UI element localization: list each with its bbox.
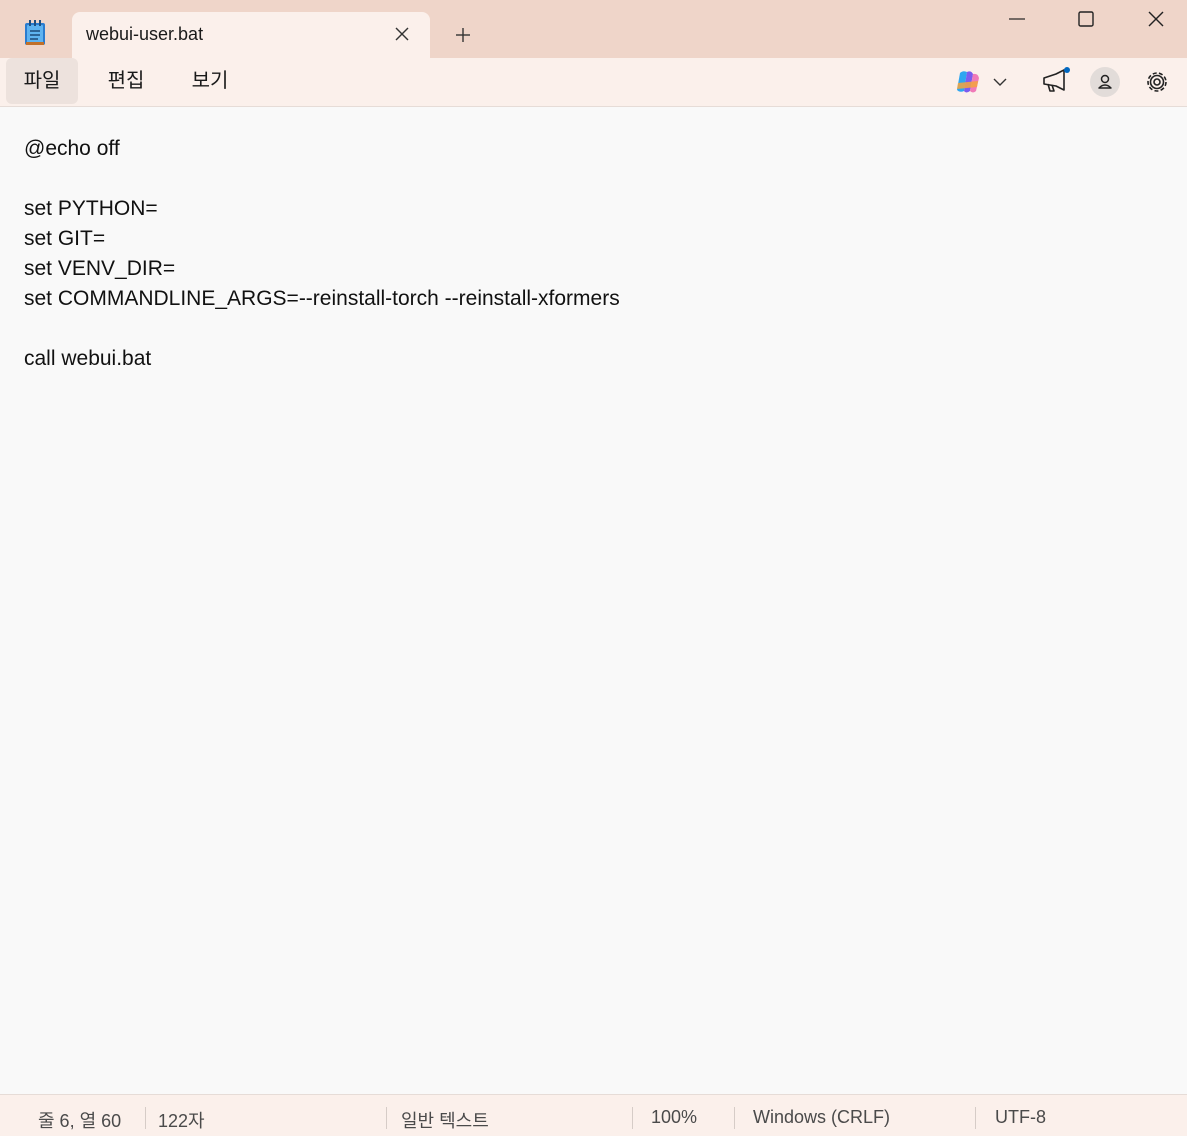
title-bar: webui-user.bat [0,0,1187,58]
menu-file[interactable]: 파일 [6,58,78,104]
status-char-count: 122자 [158,1111,205,1131]
megaphone-icon[interactable] [1038,64,1072,98]
close-icon [1148,11,1164,27]
maximize-icon [1078,11,1094,27]
plus-icon[interactable] [450,22,476,48]
text-editor[interactable]: @echo off set PYTHON= set GIT= set VENV_… [0,107,1187,1093]
status-line-ending[interactable]: Windows (CRLF) [753,1107,890,1128]
editor-line: set PYTHON= [24,197,158,220]
minimize-icon [1009,18,1025,20]
account-icon[interactable] [1089,66,1121,98]
status-encoding[interactable]: UTF-8 [995,1107,1046,1128]
status-bar: 줄 6, 열 60 122자 일반 텍스트 100% Windows (CRLF… [0,1094,1187,1136]
editor-line: set COMMANDLINE_ARGS=--reinstall-torch -… [24,287,620,310]
gear-icon[interactable] [1141,66,1173,98]
editor-line: set GIT= [24,227,106,250]
close-icon[interactable] [392,24,412,44]
menu-edit[interactable]: 편집 [92,58,160,104]
menu-view[interactable]: 보기 [176,58,244,104]
notepad-icon [24,20,46,46]
minimize-button[interactable] [987,0,1047,38]
tab-title: webui-user.bat [86,24,204,44]
status-file-type: 일반 텍스트 [401,1111,489,1131]
tab-webui-user[interactable]: webui-user.bat [72,12,430,58]
editor-line: set VENV_DIR= [24,257,176,280]
status-divider [145,1107,146,1129]
status-divider [386,1107,387,1129]
status-zoom[interactable]: 100% [651,1107,697,1128]
copilot-icon[interactable] [952,68,984,96]
editor-line: call webui.bat [24,347,152,370]
status-divider [975,1107,976,1129]
editor-line: @echo off [24,137,120,160]
close-window-button[interactable] [1126,0,1186,38]
status-cursor-position: 줄 6, 열 60 [38,1111,122,1131]
status-divider [734,1107,735,1129]
status-divider [632,1107,633,1129]
notepad-window: webui-user.bat 파일 편집 보기 @echo off set PY… [0,0,1187,1136]
maximize-button[interactable] [1056,0,1116,38]
chevron-down-icon[interactable] [990,72,1010,92]
